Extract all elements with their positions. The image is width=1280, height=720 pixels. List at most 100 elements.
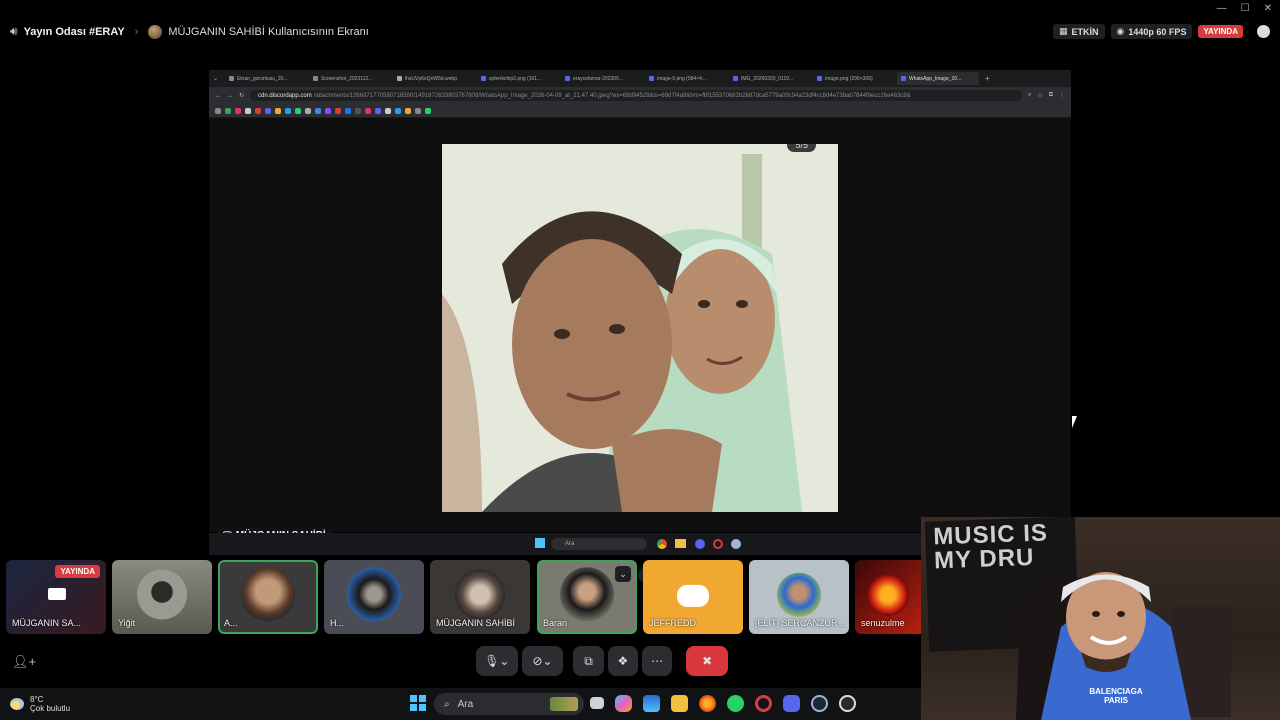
file-explorer-icon[interactable]: [671, 695, 688, 712]
browser-tab[interactable]: erayozkenar-202300...: [561, 72, 643, 85]
weather-widget[interactable]: 8°C Çok bulutlu: [10, 695, 70, 713]
activity-chip[interactable]: ▦ ETKİN: [1053, 24, 1105, 39]
forward-icon[interactable]: →: [227, 93, 233, 99]
back-icon[interactable]: ←: [215, 93, 221, 99]
chat-icon[interactable]: [1257, 25, 1270, 38]
participant-tile[interactable]: [ELIT] SERCANZUR...: [749, 560, 849, 634]
obs-icon[interactable]: [839, 695, 856, 712]
url-domain: cdn.discordapp.com: [258, 92, 312, 99]
viewed-photo[interactable]: 5/5: [442, 144, 838, 512]
hang-up-icon: ✖: [702, 654, 713, 668]
browser-tab-active[interactable]: WhatsApp_Image_20...: [897, 72, 979, 85]
bookmark-icon[interactable]: [305, 107, 311, 114]
add-people-icon[interactable]: 👤︎+: [12, 654, 36, 670]
activity-label: ETKİN: [1071, 26, 1099, 37]
bookmark-icon[interactable]: [375, 107, 381, 114]
camera-off-icon: ⊘⌄: [532, 654, 553, 668]
extensions-icon[interactable]: ⧉: [1049, 92, 1053, 99]
shared-app-icon: [713, 539, 723, 549]
bookmark-icon[interactable]: [225, 107, 231, 114]
participant-tile[interactable]: ⌄ Baran: [537, 560, 637, 634]
screen-share-button[interactable]: ⧉: [573, 646, 604, 676]
mic-muted-icon: 🎙︎⌄: [484, 654, 510, 668]
menu-dots-icon[interactable]: ⋮: [1059, 92, 1065, 99]
weather-icon: [10, 698, 24, 710]
apps-icon[interactable]: [215, 107, 221, 114]
browser-tab[interactable]: IMG_20260320_0110...: [729, 72, 811, 85]
browser-tab[interactable]: ayberkchip2.png (161...: [477, 72, 559, 85]
address-bar[interactable]: cdn.discordapp.com /attachments/12668717…: [250, 90, 1022, 101]
close-icon[interactable]: ✕: [1264, 3, 1272, 14]
more-options-button[interactable]: ⋯: [642, 646, 673, 676]
tab-search-icon[interactable]: ⌄: [213, 75, 223, 82]
new-tab-icon[interactable]: +: [985, 74, 990, 83]
whatsapp-icon[interactable]: [727, 695, 744, 712]
participant-avatar: [777, 572, 821, 617]
mute-button[interactable]: 🎙︎⌄: [476, 646, 518, 676]
bookmark-star-icon[interactable]: ☆: [1037, 92, 1042, 99]
bookmark-icon[interactable]: [365, 107, 371, 114]
store-icon[interactable]: [643, 695, 660, 712]
bookmark-icon[interactable]: [325, 107, 331, 114]
browser-tab[interactable]: ihsUVp6oQnW5d.webp: [393, 72, 475, 85]
browser-tab[interactable]: Ekran_goruntusu_20...: [225, 72, 307, 85]
screen-share-icon: ⧉: [584, 653, 593, 668]
tab-favicon: [817, 76, 822, 81]
taskbar-search[interactable]: ⌕ Ara: [434, 693, 584, 715]
leave-call-button[interactable]: ✖: [686, 646, 728, 676]
bookmark-icon[interactable]: [275, 107, 281, 114]
bookmark-icon[interactable]: [415, 107, 421, 114]
bookmark-icon[interactable]: [405, 107, 411, 114]
activities-button[interactable]: ❖: [607, 646, 638, 676]
browser-tab[interactable]: image-9.png (584×4...: [645, 72, 727, 85]
bookmark-icon[interactable]: [315, 107, 321, 114]
tile-menu-chevron-icon[interactable]: ⌄: [615, 566, 631, 582]
start-icon-tile: [419, 704, 426, 711]
participant-tile[interactable]: senuzulme: [855, 560, 921, 634]
browser-tab[interactable]: image.png (296×306): [813, 72, 895, 85]
participant-tile[interactable]: JEFFREDD: [643, 560, 743, 634]
participant-tile[interactable]: MÜJGANIN SAHİBİ: [430, 560, 530, 634]
reload-icon[interactable]: ↻: [239, 92, 244, 99]
participant-tile[interactable]: A...: [218, 560, 318, 634]
window-controls: — ☐ ✕: [1217, 3, 1272, 14]
steam-icon[interactable]: [811, 695, 828, 712]
bookmark-icon[interactable]: [295, 107, 301, 114]
bookmark-icon[interactable]: [335, 107, 341, 114]
participant-strip: YAYINDA MÜJGANIN SA... Yiğit A... H... M…: [0, 560, 921, 635]
browser-tab[interactable]: Screenshot_2023112...: [309, 72, 391, 85]
participant-tile[interactable]: H...: [324, 560, 424, 634]
participant-avatar: [867, 573, 909, 616]
bookmark-icon[interactable]: [345, 107, 351, 114]
participant-name: [ELIT] SERCANZUR...: [755, 618, 846, 628]
zoom-icon[interactable]: ⌕: [1028, 92, 1031, 99]
tab-label: image-9.png (584×4...: [657, 75, 707, 82]
participant-name: Yiğit: [118, 618, 136, 628]
bookmark-icon[interactable]: [425, 107, 431, 114]
bookmark-icon[interactable]: [395, 107, 401, 114]
copilot-icon[interactable]: [615, 695, 632, 712]
bookmark-icon[interactable]: [285, 107, 291, 114]
maximize-icon[interactable]: ☐: [1241, 3, 1250, 14]
participant-tile[interactable]: YAYINDA MÜJGANIN SA...: [6, 560, 106, 634]
start-button[interactable]: [410, 695, 426, 711]
camera-button[interactable]: ⊘⌄: [521, 646, 564, 676]
bookmark-icon[interactable]: [265, 107, 271, 114]
shared-steam-icon: [731, 539, 741, 549]
task-view-icon[interactable]: [590, 697, 604, 709]
bookmark-icon[interactable]: [355, 107, 361, 114]
firefox-icon[interactable]: [699, 695, 716, 712]
live-badge: YAYINDA: [1198, 25, 1243, 38]
tab-label: ayberkchip2.png (161...: [489, 75, 542, 82]
participant-tile[interactable]: Yiğit: [112, 560, 212, 634]
temperature-label: 8°C: [30, 695, 44, 704]
minimize-icon[interactable]: —: [1217, 3, 1227, 14]
opera-icon[interactable]: [755, 695, 772, 712]
shared-screen: ⌄ Ekran_goruntusu_20... Screenshot_20231…: [209, 70, 1071, 532]
bookmark-icon[interactable]: [385, 107, 391, 114]
bookmark-icon[interactable]: [235, 107, 241, 114]
discord-icon[interactable]: [783, 695, 800, 712]
bookmark-icon[interactable]: [245, 107, 251, 114]
weather-label: Çok bulutlu: [30, 704, 71, 713]
bookmark-icon[interactable]: [255, 107, 261, 114]
